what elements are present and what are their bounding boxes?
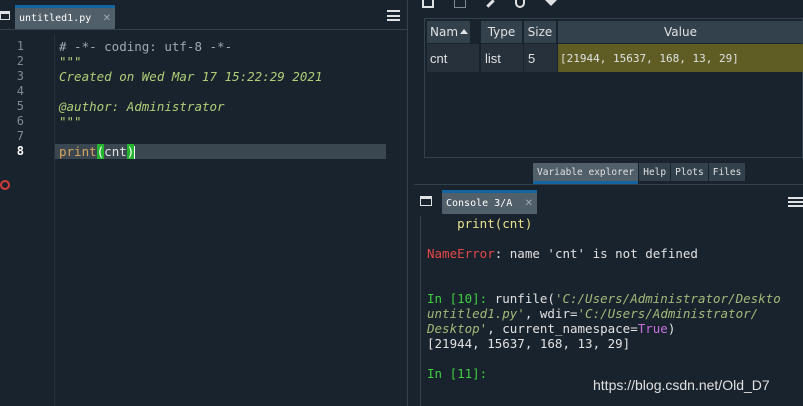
text-cursor [134,146,136,159]
column-header-name[interactable]: Nam [427,21,471,43]
sort-ascending-icon [460,29,468,34]
import-data-icon[interactable] [422,0,434,8]
editor-tab[interactable]: untitled1.py ✕ [15,5,115,29]
string-literal: untitled1.py' [427,306,525,321]
console-output-line: [21944, 15637, 168, 13, 29] [427,336,631,351]
tab-help[interactable]: Help [639,163,671,181]
error-type: NameError [427,246,495,261]
variable-explorer-toolbar [414,0,803,15]
code-line: @author: Administrator [59,99,225,114]
table-header: Nam Type Size Value [425,21,803,43]
column-header-size[interactable]: Size [524,21,557,43]
save-icon[interactable] [454,0,466,8]
line-number: 1 [16,39,24,53]
line-number: 2 [16,54,24,68]
input-prompt: In [11]: [427,366,488,381]
pane-tabs: Variable explorer Help Plots Files [533,163,746,184]
tab-files[interactable]: Files [708,163,746,181]
line-number-current: 8 [16,144,24,158]
string-literal: 'C:/Users/Administrator/Deskto [554,291,781,306]
string-literal: Desktop' [427,321,488,336]
edit-icon[interactable] [486,0,495,8]
code-line: # -*- coding: utf-8 -*- [59,39,233,54]
error-message: : name 'cnt' is not defined [494,246,698,261]
console-input-line: Desktop', current_namespace=True) [427,321,675,336]
column-header-type[interactable]: Type [481,21,523,43]
right-pane: Nam Type Size Value cnt list 5 [21944, 1… [414,0,803,406]
editor-pane: untitled1.py ✕ 1 2 3 5 4 6 7 8 # -*- cod… [0,0,407,406]
console-input-line: untitled1.py', wdir='C:/Users/Administra… [427,306,758,321]
input-prompt: In [10]: [427,291,495,306]
tab-plots[interactable]: Plots [671,163,708,181]
close-icon[interactable]: ✕ [103,13,111,24]
keyword-arg: , current_namespace= [487,321,638,336]
console-error-line: NameError: name 'cnt' is not defined [427,246,698,261]
cell-value[interactable]: [21944, 15637, 168, 13, 29] [558,44,803,72]
string-literal: 'C:/Users/Administrator/ [577,306,759,321]
cell-size[interactable]: 5 [524,44,557,72]
column-header-value[interactable]: Value [558,21,803,43]
console-input-line: In [10]: runfile('C:/Users/Administrator… [427,291,781,306]
line-number-gutter[interactable]: 1 2 3 5 4 6 7 8 [0,34,54,406]
editor-tab-label: untitled1.py [19,13,92,24]
watermark: https://blog.csdn.net/Old_D7 [593,377,770,393]
code-line: """ [59,54,82,69]
window-icon[interactable] [0,11,10,20]
line-number: 7 [16,129,24,143]
console-line: print(cnt) [427,216,533,231]
table-row[interactable]: cnt list 5 [21944, 15637, 168, 13, 29] [425,44,803,72]
hamburger-menu-icon[interactable] [387,10,400,21]
tab-variable-explorer[interactable]: Variable explorer [533,163,639,184]
close-paren: ) [667,321,676,336]
line-number: 3 [16,69,24,83]
editor-tabbar: untitled1.py ✕ [0,0,407,30]
pane-splitter[interactable] [407,0,414,406]
code-editor[interactable]: # -*- coding: utf-8 -*- """ Created on W… [54,34,407,406]
cell-type[interactable]: list [481,44,523,72]
runfile-call: runfile( [494,291,555,306]
line-number: 5 [16,99,24,113]
line-number: 4 [16,84,24,98]
hamburger-menu-icon[interactable] [788,197,803,207]
identifier: cnt [104,144,127,159]
column-header-label: Nam [430,25,459,39]
code-line-current: print(cnt) [59,144,136,159]
boolean-literal: True [637,321,668,336]
code-line: """ [59,114,82,129]
filter-icon[interactable] [545,0,557,6]
horizontal-splitter[interactable] [414,184,803,188]
close-icon[interactable]: ✕ [525,198,533,209]
breakpoint-icon[interactable] [0,180,10,190]
variable-table[interactable]: Nam Type Size Value cnt list 5 [21944, 1… [424,18,803,158]
console-tab[interactable]: Console 3/A ✕ [442,190,537,214]
keyword-arg: , wdir= [524,306,578,321]
builtin-print: print [59,144,97,159]
line-number: 6 [16,114,24,128]
window-icon[interactable] [420,196,432,206]
cell-name[interactable]: cnt [427,44,479,72]
code-line: Created on Wed Mar 17 15:22:29 2021 [59,69,323,84]
console-tab-label: Console 3/A [446,198,513,209]
matched-paren: ) [126,144,135,159]
search-icon[interactable] [515,0,525,8]
console-tabbar: Console 3/A ✕ [414,190,803,215]
